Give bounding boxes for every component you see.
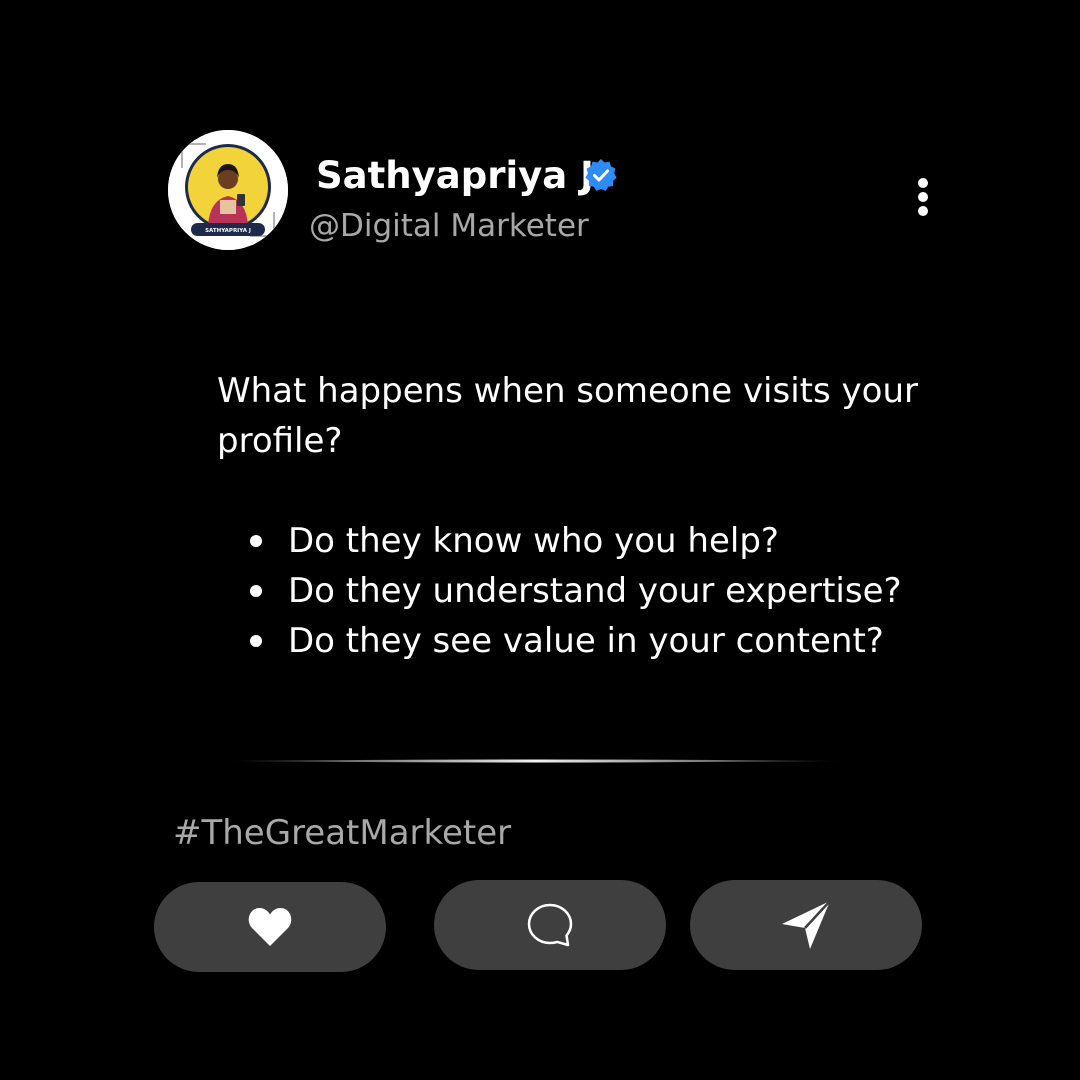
post-bullet-list: Do they know who you help? Do they under… <box>217 516 957 666</box>
post-body: What happens when someone visits your pr… <box>217 366 957 666</box>
profile-name[interactable]: Sathyapriya J <box>316 154 594 197</box>
more-vertical-icon[interactable] <box>912 176 934 220</box>
post-bullet: Do they understand your expertise? <box>217 566 957 616</box>
divider <box>230 759 842 763</box>
profile-handle[interactable]: @Digital Marketer <box>309 208 589 244</box>
heart-icon <box>248 908 292 946</box>
profile-avatar[interactable]: SATHYAPRIYA J <box>168 130 288 250</box>
avatar-label: SATHYAPRIYA J <box>205 228 251 234</box>
share-button[interactable] <box>690 880 922 970</box>
post-bullet: Do they see value in your content? <box>217 616 957 666</box>
like-button[interactable] <box>154 882 386 972</box>
post-intro: What happens when someone visits your pr… <box>217 371 918 461</box>
avatar-image: SATHYAPRIYA J <box>168 130 288 250</box>
send-icon <box>782 900 831 949</box>
comment-button[interactable] <box>434 880 666 970</box>
verified-badge-icon <box>585 159 617 191</box>
hashtag[interactable]: #TheGreatMarketer <box>173 813 511 853</box>
post-bullet: Do they know who you help? <box>217 516 957 566</box>
comment-icon <box>527 903 573 947</box>
